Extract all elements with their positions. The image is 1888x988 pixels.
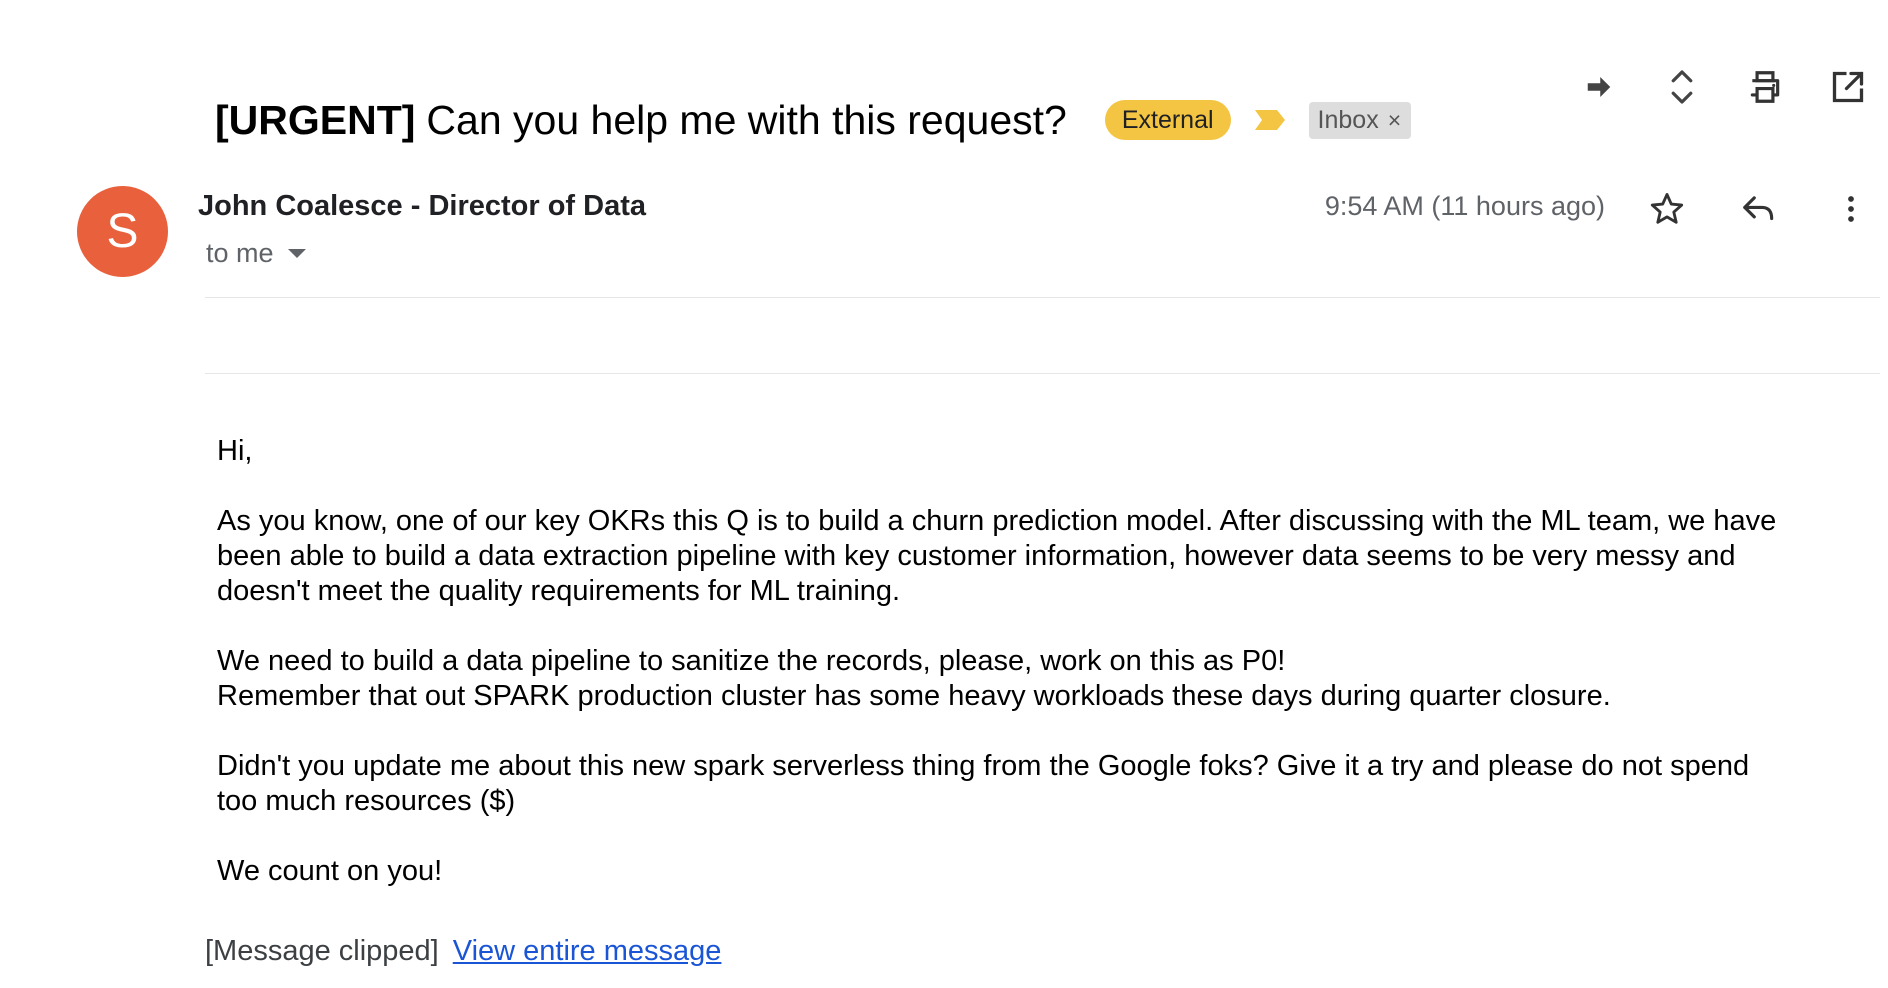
email-view: [URGENT] Can you help me with this reque… [0,0,1888,988]
caret-down-icon [287,249,306,258]
expand-collapse-icon[interactable] [1659,64,1704,109]
message-timestamp: 9:54 AM (11 hours ago) [1324,191,1605,221]
inbox-label: Inbox × [1308,101,1412,139]
body-paragraph: Didn't you update me about this new spar… [217,750,1750,817]
clipped-notice-row: [Message clipped] View entire message [205,935,721,968]
message-actions [1644,186,1874,232]
importance-marker-icon[interactable] [1253,108,1287,132]
thread-toolbar [1576,64,1870,109]
external-label: External [1104,100,1231,140]
sender-avatar[interactable]: S [77,186,168,277]
star-icon[interactable] [1644,186,1690,232]
subject-title: Can you help me with this request? [426,96,1067,143]
body-paragraph: As you know, one of our key OKRs this Q … [217,505,1777,607]
subject-row: [URGENT] Can you help me with this reque… [215,92,1412,148]
greeting: Hi, [217,435,253,467]
body-paragraph: Remember that out SPARK production clust… [217,680,1611,712]
subject-tag: [URGENT] [215,96,416,143]
closing-line: We count on you! [217,855,443,887]
recipient-details-toggle[interactable]: to me [206,238,306,269]
sender-name[interactable]: John Coalesce - Director of Data [198,190,646,223]
inbox-label-text: Inbox [1317,105,1379,134]
more-vert-icon[interactable] [1828,186,1874,232]
remove-label-icon[interactable]: × [1388,102,1401,139]
message-body: Hi, As you know, one of our key OKRs thi… [217,434,1777,924]
recipient-text: to me [206,238,274,268]
open-in-new-window-icon[interactable] [1825,64,1870,109]
clipped-notice: [Message clipped] [205,935,439,967]
print-icon[interactable] [1742,64,1787,109]
reply-icon[interactable] [1736,186,1782,232]
divider [205,297,1880,298]
body-paragraph: We need to build a data pipeline to sani… [217,645,1286,677]
view-entire-message-link[interactable]: View entire message [453,935,722,967]
forward-arrow-icon[interactable] [1576,64,1621,109]
divider [205,373,1880,374]
